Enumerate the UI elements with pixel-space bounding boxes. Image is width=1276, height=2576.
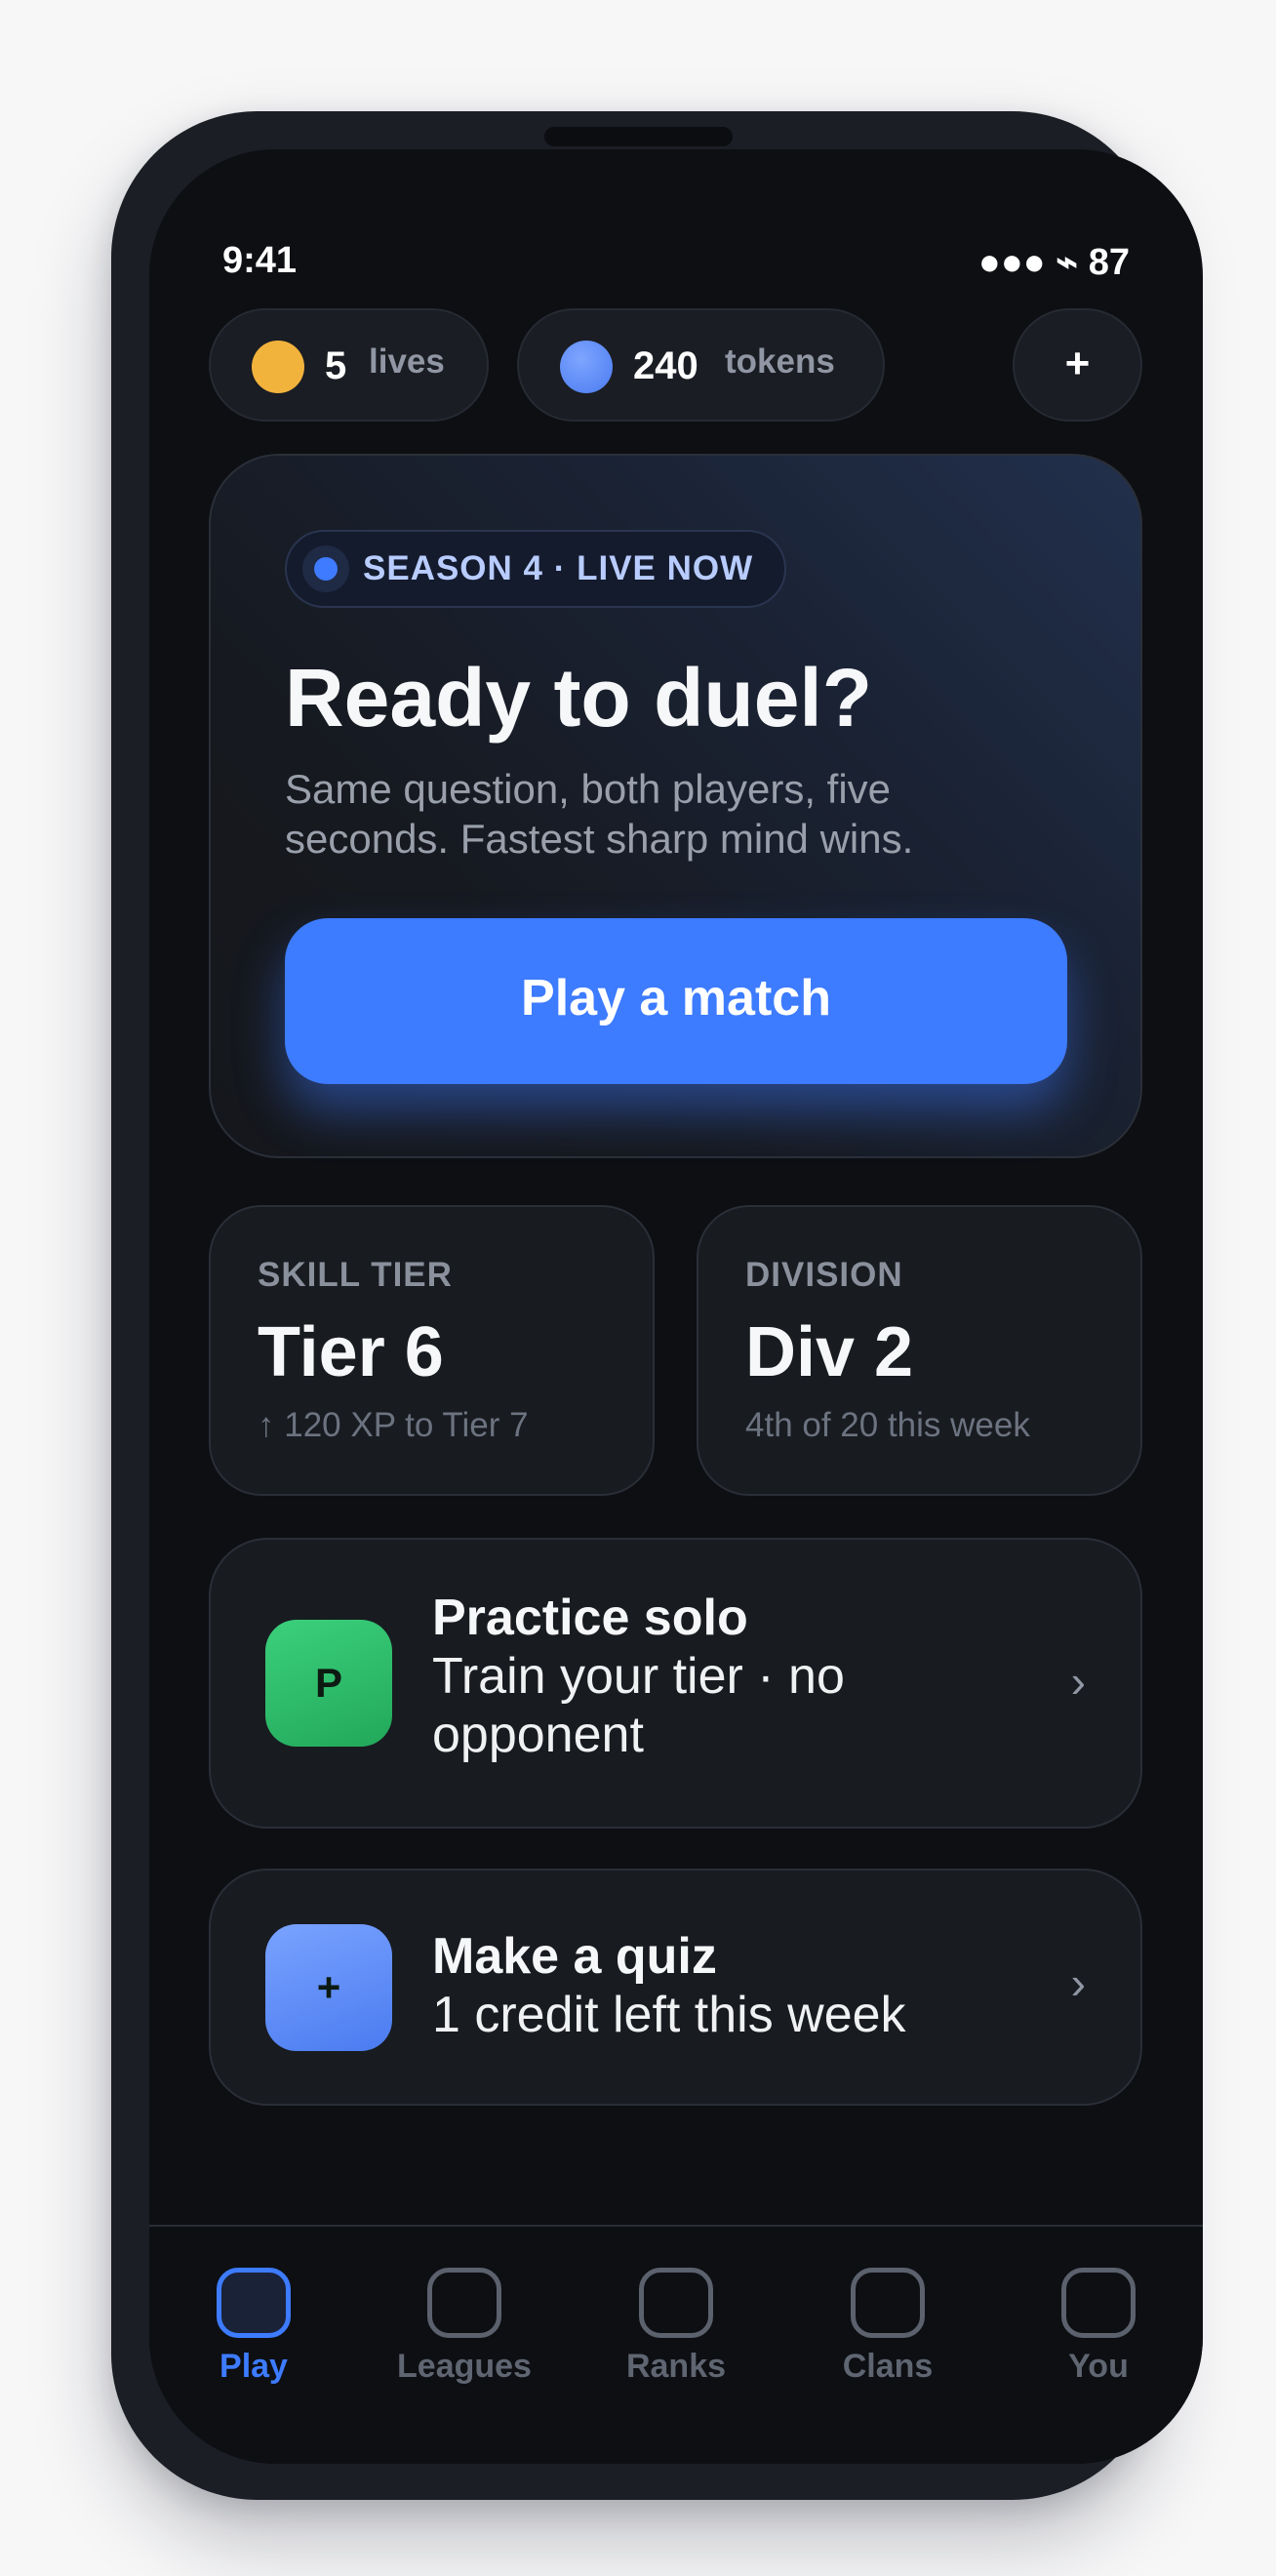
ranks-tab-icon [639,2268,713,2338]
app-screen: 9:41 ●●● ⌁ 87 5 lives 240 tokens + SEASO… [149,149,1203,2464]
make-quiz-row[interactable]: + Make a quiz 1 credit left this week › [209,1869,1142,2106]
tokens-pill[interactable]: 240 tokens [517,308,885,422]
division-standing: 4th of 20 this week [745,1406,1030,1444]
status-indicators: ●●● ⌁ 87 [977,242,1130,283]
play-tab-icon [217,2268,291,2338]
practice-icon: P [265,1620,392,1747]
lives-coin-icon [252,341,304,393]
hero-card: SEASON 4 · LIVE NOW Ready to duel? Same … [209,454,1142,1158]
tab-ranks-label: Ranks [625,2348,727,2385]
tokens-count: 240 [633,344,698,387]
tab-leagues-label: Leagues [397,2348,532,2385]
you-tab-icon [1061,2268,1136,2338]
chevron-right-icon: › [1070,1656,1086,1707]
lives-label: lives [369,342,445,381]
division-card[interactable]: DIVISION Div 2 4th of 20 this week [697,1205,1142,1496]
lives-count: 5 [325,344,347,387]
status-bar: 9:41 ●●● ⌁ 87 [222,240,1130,289]
tab-ranks[interactable]: Ranks [588,2268,764,2386]
speaker-notch [544,127,733,146]
division-label: DIVISION [745,1256,903,1294]
tab-leagues[interactable]: Leagues [377,2268,552,2386]
quiz-plus-icon: + [265,1924,392,2051]
tokens-coin-icon [560,341,613,393]
season-badge-label: SEASON 4 · LIVE NOW [363,549,754,587]
hero-title: Ready to duel? [285,652,873,744]
division-value: Div 2 [745,1313,914,1391]
tab-play[interactable]: Play [166,2268,341,2386]
status-time: 9:41 [222,240,298,281]
practice-subtitle: Train your tier · no opponent [432,1648,845,1763]
bottom-tab-bar: Play Leagues Ranks Clans You [149,2225,1203,2464]
hero-subtitle: Same question, both players, five second… [285,766,914,862]
tab-play-label: Play [219,2348,288,2385]
skill-tier-label: SKILL TIER [258,1256,453,1294]
leagues-tab-icon [427,2268,501,2338]
add-currency-button[interactable]: + [1013,308,1142,422]
quiz-subtitle: 1 credit left this week [432,1987,906,2043]
tab-clans[interactable]: Clans [800,2268,976,2386]
quiz-title: Make a quiz [432,1928,717,1985]
tokens-label: tokens [725,342,835,381]
skill-tier-progress: ↑ 120 XP to Tier 7 [258,1406,529,1444]
clans-tab-icon [851,2268,925,2338]
skill-tier-value: Tier 6 [258,1313,444,1391]
skill-tier-card[interactable]: SKILL TIER Tier 6 ↑ 120 XP to Tier 7 [209,1205,655,1496]
practice-solo-row[interactable]: P Practice solo Train your tier · no opp… [209,1538,1142,1829]
play-match-button[interactable]: Play a match [285,918,1067,1084]
season-badge: SEASON 4 · LIVE NOW [285,530,787,608]
tab-you[interactable]: You [1011,2268,1186,2386]
tab-clans-label: Clans [842,2348,934,2385]
tab-you-label: You [1068,2348,1129,2385]
lives-pill[interactable]: 5 lives [209,308,489,422]
live-dot-icon [302,545,349,592]
practice-title: Practice solo [432,1590,748,1646]
chevron-right-icon: › [1070,1957,1086,2008]
